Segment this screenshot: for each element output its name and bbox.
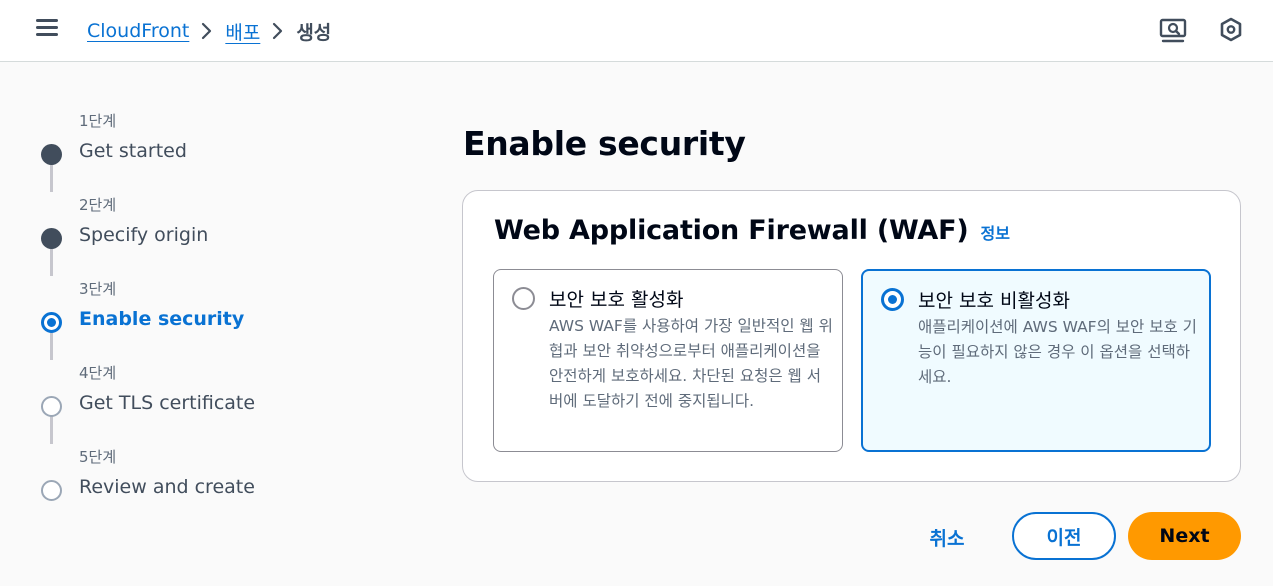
enable-protection-option[interactable]: 보안 보호 활성화 AWS WAF를 사용하여 가장 일반적인 웹 위협과 보안… bbox=[493, 269, 843, 452]
next-button[interactable]: Next bbox=[1128, 512, 1241, 560]
step-pending-icon bbox=[41, 480, 62, 501]
option-label: 보안 보호 활성화 bbox=[549, 289, 684, 311]
breadcrumb: CloudFront 배포 생성 bbox=[87, 18, 331, 44]
disable-protection-option[interactable]: 보안 보호 비활성화 애플리케이션에 AWS WAF의 보안 보호 기능이 필요… bbox=[861, 269, 1211, 452]
step-current-icon bbox=[41, 312, 62, 333]
info-link[interactable]: 정보 bbox=[980, 220, 1009, 244]
top-navigation-bar: CloudFront 배포 생성 bbox=[0, 0, 1273, 62]
chevron-right-icon bbox=[260, 18, 296, 44]
step-number: 4단계 bbox=[79, 364, 117, 382]
step-label: Get TLS certificate bbox=[79, 392, 256, 414]
chevron-right-icon bbox=[189, 18, 225, 44]
option-description: AWS WAF를 사용하여 가장 일반적인 웹 위협과 보안 취약성으로부터 애… bbox=[549, 317, 833, 410]
option-description: 애플리케이션에 AWS WAF의 보안 보호 기능이 필요하지 않은 경우 이 … bbox=[918, 318, 1197, 386]
screen-search-icon[interactable] bbox=[1159, 16, 1187, 44]
waf-header: Web Application Firewall (WAF) 정보 bbox=[494, 215, 1010, 246]
step-enable-security[interactable]: 3단계 Enable security bbox=[40, 278, 340, 338]
radio-selected-icon[interactable] bbox=[881, 288, 904, 311]
step-label: Review and create bbox=[79, 476, 255, 498]
breadcrumb-current: 생성 bbox=[296, 21, 332, 44]
step-label: Get started bbox=[79, 140, 187, 162]
step-label: Enable security bbox=[79, 308, 245, 330]
step-done-icon bbox=[41, 144, 62, 165]
radio-unselected-icon[interactable] bbox=[512, 287, 535, 310]
step-pending-icon bbox=[41, 396, 62, 417]
step-done-icon bbox=[41, 228, 62, 249]
step-number: 1단계 bbox=[79, 112, 117, 130]
step-get-tls-certificate: 4단계 Get TLS certificate bbox=[40, 362, 340, 422]
waf-container: Web Application Firewall (WAF) 정보 보안 보호 … bbox=[462, 190, 1241, 482]
previous-button[interactable]: 이전 bbox=[1012, 512, 1116, 560]
hexagon-settings-icon[interactable] bbox=[1217, 16, 1245, 44]
step-number: 2단계 bbox=[79, 196, 117, 214]
option-label: 보안 보호 비활성화 bbox=[918, 290, 1070, 312]
step-label: Specify origin bbox=[79, 224, 209, 246]
step-get-started[interactable]: 1단계 Get started bbox=[40, 110, 340, 170]
step-review-and-create: 5단계 Review and create bbox=[40, 446, 340, 506]
wizard-steps: 1단계 Get started 2단계 Specify origin 3단계 E… bbox=[40, 108, 340, 508]
step-number: 5단계 bbox=[79, 448, 117, 466]
step-number: 3단계 bbox=[79, 280, 117, 298]
cancel-button[interactable]: 취소 bbox=[915, 522, 979, 552]
waf-title: Web Application Firewall (WAF) bbox=[494, 215, 969, 246]
breadcrumb-cloudfront[interactable]: CloudFront bbox=[87, 20, 189, 42]
breadcrumb-distributions[interactable]: 배포 bbox=[225, 18, 260, 45]
step-specify-origin[interactable]: 2단계 Specify origin bbox=[40, 194, 340, 254]
menu-icon[interactable] bbox=[36, 19, 58, 37]
page-title: Enable security bbox=[463, 124, 746, 163]
